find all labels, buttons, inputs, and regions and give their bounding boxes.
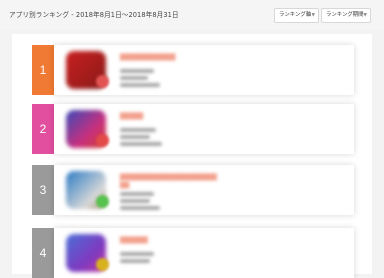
platform-badge-icon <box>96 195 109 208</box>
ranking-row[interactable]: 1 ████████████ <box>32 45 356 95</box>
ranking-period-dropdown[interactable]: ランキング期間 ▼ <box>321 8 371 23</box>
app-meta-line <box>120 252 154 256</box>
app-meta-line <box>120 192 154 196</box>
app-name[interactable]: █████ <box>120 113 143 120</box>
app-meta-line <box>120 142 162 146</box>
page-title: アプリ別ランキング - 2018年8月1日～2018年8月31日 <box>9 11 179 19</box>
app-card[interactable]: ████████████ <box>54 45 354 95</box>
app-meta-line <box>120 128 156 132</box>
app-card[interactable]: ██████ <box>54 228 354 278</box>
app-meta-line <box>120 199 150 203</box>
platform-badge-icon <box>96 258 109 271</box>
app-name-second-line: ██ <box>120 182 130 189</box>
app-name[interactable]: █████████████████████ <box>120 174 217 181</box>
ranking-row[interactable]: 4 ██████ <box>32 228 356 278</box>
app-name[interactable]: ██████ <box>120 237 148 244</box>
app-card[interactable]: █████ <box>54 104 354 154</box>
app-meta-line <box>120 76 148 80</box>
header-bar: アプリ別ランキング - 2018年8月1日～2018年8月31日 ランキング軸 … <box>0 0 384 30</box>
app-meta-line <box>120 135 150 139</box>
rank-number: 1 <box>32 45 54 95</box>
ranking-panel: 1 ████████████ 2 █████ 3 ███████████████… <box>12 34 372 278</box>
ranking-row[interactable]: 3 █████████████████████ ██ <box>32 165 356 215</box>
rank-number: 3 <box>32 165 54 215</box>
ranking-period-label: ランキング期間 <box>326 12 364 18</box>
ranking-axis-dropdown[interactable]: ランキング軸 ▼ <box>274 8 319 23</box>
rank-number: 4 <box>32 228 54 278</box>
ranking-row[interactable]: 2 █████ <box>32 104 356 154</box>
ranking-axis-label: ランキング軸 <box>279 12 312 18</box>
chevron-down-icon: ▼ <box>311 13 315 18</box>
platform-badge-icon <box>96 75 109 88</box>
app-card[interactable]: █████████████████████ ██ <box>54 165 354 215</box>
chevron-down-icon: ▼ <box>363 13 367 18</box>
app-name[interactable]: ████████████ <box>120 54 175 61</box>
app-meta-line <box>120 206 160 210</box>
app-meta-line <box>120 83 160 87</box>
app-meta-line <box>120 259 150 263</box>
app-meta-line <box>120 69 154 73</box>
rank-number: 2 <box>32 104 54 154</box>
platform-badge-icon <box>96 134 109 147</box>
